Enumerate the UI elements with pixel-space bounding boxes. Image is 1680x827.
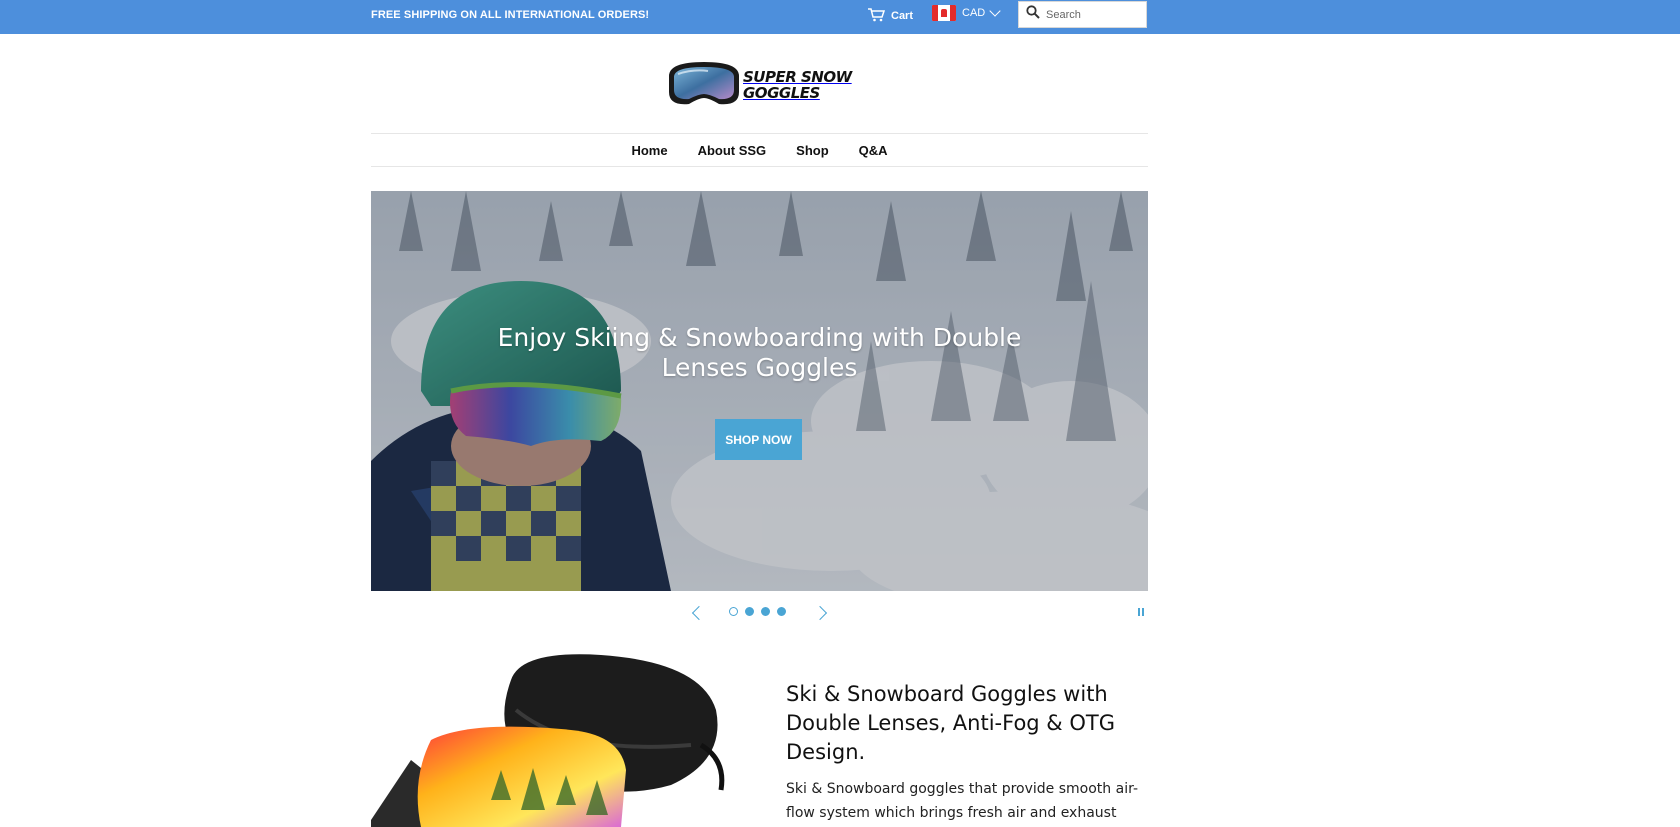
search-icon xyxy=(1026,5,1040,24)
nav-item-home[interactable]: Home xyxy=(616,143,682,158)
slide-pagination xyxy=(729,607,786,616)
slide-dot-4[interactable] xyxy=(777,607,786,616)
chevron-down-icon xyxy=(989,5,1001,17)
feature-title: Ski & Snowboard Goggles with Double Lens… xyxy=(786,682,1115,764)
currency-code: CAD xyxy=(962,7,986,19)
feature-text-block: Ski & Snowboard Goggles with Double Lens… xyxy=(786,680,1148,825)
pause-icon[interactable] xyxy=(1138,608,1144,616)
currency-selector[interactable]: CAD xyxy=(932,5,1001,21)
search-input[interactable] xyxy=(1046,8,1141,21)
feature-product-image xyxy=(371,650,761,827)
hero-overlay xyxy=(371,191,1148,591)
logo-wordmark: SUPER SNOW GOGGLES xyxy=(743,69,852,101)
site-logo[interactable]: SUPER SNOW GOGGLES xyxy=(663,58,853,112)
hero-slideshow: Enjoy Skiing & Snowboarding with Double … xyxy=(371,191,1148,591)
announcement-bar: FREE SHIPPING ON ALL INTERNATIONAL ORDER… xyxy=(0,0,1680,34)
cart-label: Cart xyxy=(891,10,914,22)
cart-icon xyxy=(867,7,886,25)
feature-description: Ski & Snowboard goggles that provide smo… xyxy=(786,781,1138,821)
goggles-logo-icon xyxy=(663,56,745,115)
hero-title: Enjoy Skiing & Snowboarding with Double … xyxy=(497,323,1022,382)
slide-dot-2[interactable] xyxy=(745,607,754,616)
slide-prev-control[interactable] xyxy=(691,604,707,622)
chevron-right-icon[interactable] xyxy=(812,605,828,621)
nav-item-qa[interactable]: Q&A xyxy=(844,143,903,158)
free-shipping-promo: FREE SHIPPING ON ALL INTERNATIONAL ORDER… xyxy=(371,9,650,21)
canada-flag-icon xyxy=(932,5,956,21)
chevron-left-icon[interactable] xyxy=(691,605,707,621)
nav-item-shop[interactable]: Shop xyxy=(781,143,844,158)
slide-dot-1[interactable] xyxy=(729,607,738,616)
shop-now-button[interactable]: SHOP NOW xyxy=(715,419,802,460)
logo-line-2: GOGGLES xyxy=(743,84,820,102)
search-box[interactable] xyxy=(1018,1,1147,28)
slide-next-control[interactable] xyxy=(812,604,828,622)
nav-item-about[interactable]: About SSG xyxy=(683,143,782,158)
cart-link[interactable]: Cart xyxy=(867,7,913,25)
main-navigation: Home About SSG Shop Q&A xyxy=(371,133,1148,167)
slide-dot-3[interactable] xyxy=(761,607,770,616)
